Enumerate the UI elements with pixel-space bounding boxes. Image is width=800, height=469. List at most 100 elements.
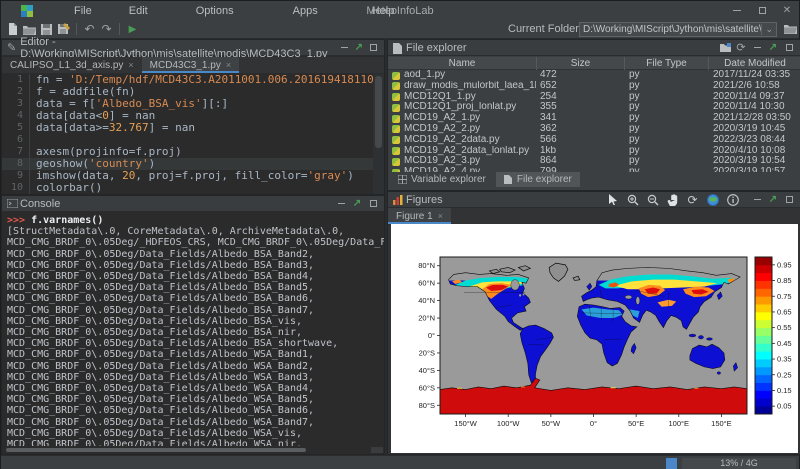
file-date: 2017/11/24 03:35	[713, 70, 799, 81]
line-number: 2	[2, 86, 30, 98]
console-hscrollbar[interactable]	[3, 447, 370, 453]
menu-file[interactable]: File	[74, 5, 92, 17]
file-type: py	[629, 124, 715, 135]
editor-header: ✎ Editor - D:\Working\MIScript\Jython\mi…	[2, 40, 384, 56]
line-number: 7	[2, 146, 30, 158]
close-tab-icon[interactable]: ×	[226, 60, 231, 70]
tab-label: MCD43C3_1.py	[150, 60, 221, 71]
file-name: MCD19_A2_3.py	[404, 156, 536, 167]
figure-canvas[interactable]: 150°W100°W50°W0°50°E100°E150°E80°N60°N40…	[391, 224, 798, 453]
code-line[interactable]: 10colorbar()	[2, 182, 384, 194]
editor-detach-icon[interactable]: ↗	[353, 42, 364, 54]
table-row[interactable]: MCD19_A2_1.py341py2021/12/28 03:50	[388, 113, 800, 124]
svg-text:60°S: 60°S	[419, 383, 435, 392]
browse-folder-icon[interactable]	[784, 23, 797, 37]
maximize-window-icon[interactable]	[756, 5, 768, 17]
new-folder-icon[interactable]	[719, 42, 731, 54]
table-row[interactable]: draw_modis_mulorbit_laea_1km.py652py2021…	[388, 81, 800, 92]
refresh-icon[interactable]: ⟳	[735, 42, 747, 54]
editor-tabbar: CALIPSO_L1_3d_axis.py × MCD43C3_1.py ×	[2, 57, 384, 74]
svg-text:0.45: 0.45	[777, 339, 792, 348]
svg-text:100°W: 100°W	[497, 419, 521, 428]
column-header-size[interactable]: Size	[537, 57, 625, 70]
file-explorer-detach-icon[interactable]: ↗	[767, 42, 779, 54]
memory-usage-text: 13% / 4G	[682, 458, 796, 469]
editor-scrollbar[interactable]	[373, 74, 384, 194]
table-row[interactable]: MCD12Q1_1.py254py2020/11/4 09:37	[388, 92, 800, 103]
minimize-window-icon[interactable]	[731, 5, 743, 17]
python-file-icon	[392, 136, 400, 144]
svg-text:150°E: 150°E	[711, 419, 732, 428]
code-editor[interactable]: 1fn = 'D:/Temp/hdf/MCD43C3.A2011001.006.…	[2, 74, 384, 194]
zoom-out-icon[interactable]	[646, 193, 659, 206]
file-type: py	[629, 146, 715, 157]
console-icon	[7, 199, 16, 208]
svg-text:100°E: 100°E	[669, 419, 690, 428]
editor-tab-calipso[interactable]: CALIPSO_L1_3d_axis.py ×	[2, 57, 142, 73]
figures-detach-icon[interactable]: ↗	[767, 194, 779, 206]
close-tab-icon[interactable]: ×	[438, 211, 443, 221]
figures-minimize-icon[interactable]	[751, 194, 763, 206]
globe-icon[interactable]	[706, 193, 719, 206]
console-maximize-icon[interactable]	[367, 198, 379, 210]
rotate-icon[interactable]: ⟳	[686, 193, 699, 206]
code-line[interactable]: 5data[data>=32.767] = nan	[2, 122, 384, 134]
close-tab-icon[interactable]: ×	[128, 60, 133, 70]
file-size: 472	[540, 70, 626, 81]
table-row[interactable]: MCD19_A2_2data_lonlat.py1kbpy2020/4/10 1…	[388, 146, 800, 157]
select-arrow-icon[interactable]	[606, 193, 619, 206]
column-header-name[interactable]: Name	[388, 57, 537, 70]
file-size: 362	[540, 124, 626, 135]
current-folder-combobox[interactable]: D:\Working\MIScript\Jython\mis\satellite…	[579, 22, 777, 37]
zoom-in-icon[interactable]	[626, 193, 639, 206]
svg-text:0°: 0°	[590, 419, 597, 428]
console-minimize-icon[interactable]	[335, 198, 347, 210]
editor-minimize-icon[interactable]	[339, 42, 350, 54]
file-explorer-minimize-icon[interactable]	[751, 42, 763, 54]
identify-info-icon[interactable]	[726, 193, 739, 206]
tab-label: Variable explorer	[411, 174, 486, 185]
tab-variable-explorer[interactable]: Variable explorer	[390, 172, 494, 187]
table-row[interactable]: MCD19_A2_3.py864py2020/3/19 10:54	[388, 156, 800, 167]
figures-header: Figures ⟳	[388, 192, 800, 208]
menu-edit[interactable]: Edit	[129, 5, 148, 17]
pan-hand-icon[interactable]	[666, 193, 679, 206]
tab-label: CALIPSO_L1_3d_axis.py	[10, 60, 123, 71]
console-line: MCD_CMG_BRDF_0\.05Deg/Data_Fields/Albedo…	[7, 383, 384, 394]
line-number: 8	[2, 158, 30, 170]
close-window-icon[interactable]: ✕	[781, 5, 793, 17]
figures-maximize-icon[interactable]	[783, 194, 795, 206]
file-date: 2020/3/19 10:54	[713, 156, 799, 167]
tab-file-explorer[interactable]: File explorer	[496, 172, 580, 187]
file-date: 2021/12/28 03:50	[713, 113, 799, 124]
file-date: 2020/4/10 10:08	[713, 146, 799, 157]
table-row[interactable]: MCD12Q1_proj_lonlat.py355py2020/11/4 10:…	[388, 102, 800, 113]
menu-bar: File Edit Options Apps Help	[33, 5, 394, 17]
console-line: MCD_CMG_BRDF_0\.05Deg/Data_Fields/Albedo…	[7, 260, 384, 271]
svg-text:0°: 0°	[428, 331, 435, 340]
new-file-icon[interactable]	[4, 21, 21, 37]
tab-figure-1[interactable]: Figure 1 ×	[388, 208, 451, 224]
table-row[interactable]: aod_1.py472py2017/11/24 03:35	[388, 70, 800, 81]
console-detach-icon[interactable]: ↗	[351, 198, 363, 210]
chevron-down-icon[interactable]: ⌄	[761, 24, 773, 35]
console-title: Console	[20, 198, 60, 210]
table-row[interactable]: MCD19_A2_2.py362py2020/3/19 10:45	[388, 124, 800, 135]
column-header-filetype[interactable]: File Type	[625, 57, 709, 70]
line-number: 1	[2, 74, 30, 86]
file-explorer-maximize-icon[interactable]	[783, 42, 795, 54]
console-prompt-line: >>> f.varnames()	[7, 215, 384, 226]
table-row[interactable]: MCD19_A2_2data.py566py2022/3/23 08:44	[388, 135, 800, 146]
file-page-icon	[504, 175, 513, 184]
file-date: 2020/11/4 09:37	[713, 92, 799, 103]
editor-maximize-icon[interactable]	[368, 42, 379, 54]
meteoinfolab-window: FileEditOptionsAppsHelp MeteoInfoLab ✕ ↶…	[0, 0, 800, 469]
menu-options[interactable]: Options	[196, 5, 234, 17]
menu-apps[interactable]: Apps	[293, 5, 318, 17]
column-header-date[interactable]: Date Modified	[709, 57, 800, 70]
file-type: py	[629, 102, 715, 113]
line-number: 9	[2, 170, 30, 182]
console-output[interactable]: >>> f.varnames()[StructMetadata\.0, Core…	[2, 213, 384, 446]
editor-tab-mcd43c3[interactable]: MCD43C3_1.py ×	[142, 57, 239, 73]
menu-help[interactable]: Help	[372, 5, 395, 17]
